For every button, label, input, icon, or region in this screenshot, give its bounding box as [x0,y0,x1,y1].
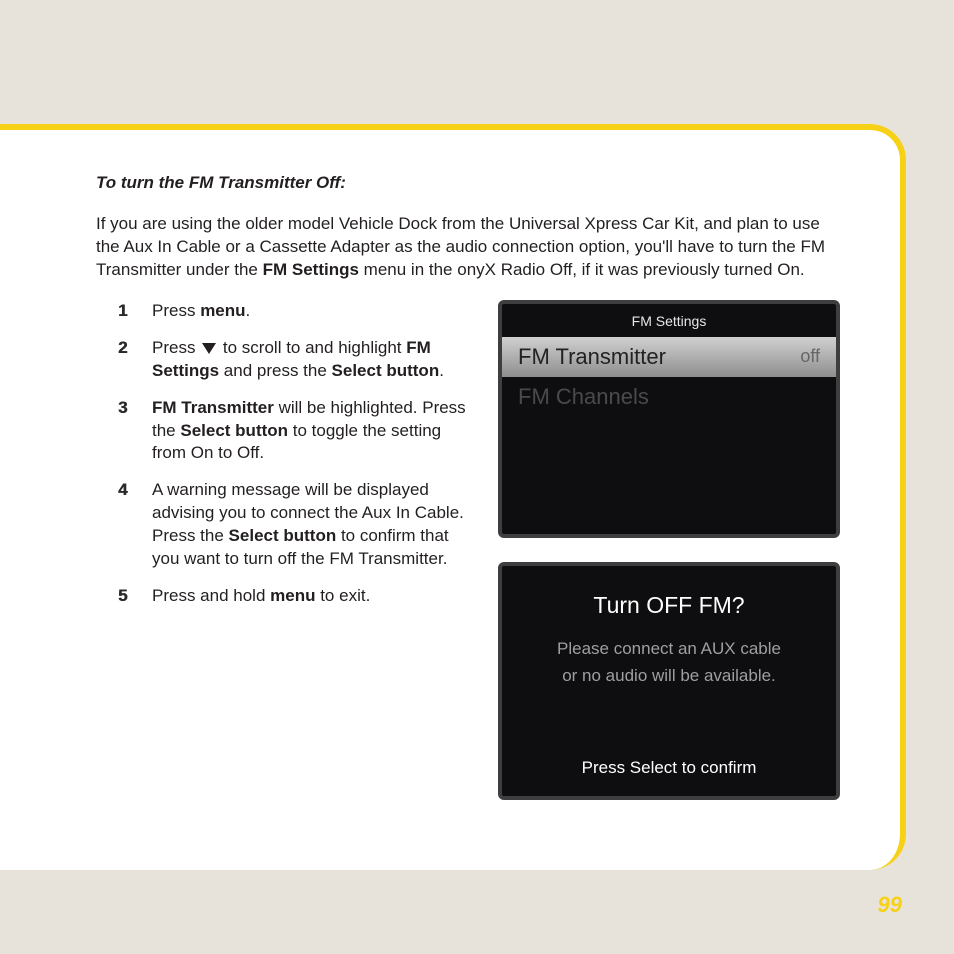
step-bold: Select button [180,421,288,440]
intro-paragraph: If you are using the older model Vehicle… [96,213,840,282]
dialog-action-hint[interactable]: Press Select to confirm [516,757,822,786]
step-number: 2 [118,337,127,360]
step-4: 4 A warning message will be displayed ad… [152,479,470,571]
menu-item-fm-transmitter[interactable]: FM Transmitter off [502,337,836,377]
menu-item-label: FM Channels [518,382,649,412]
manual-page: To turn the FM Transmitter Off: If you a… [0,0,954,954]
steps-column: 1 Press menu. 2 Press to scroll to and h… [96,300,470,622]
step-bold: Select button [332,361,440,380]
screenshots-column: FM Settings FM Transmitter off FM Channe… [498,300,840,800]
device-screen-confirm-dialog: Turn OFF FM? Please connect an AUX cable… [498,562,840,800]
step-text: Press [152,338,200,357]
section-heading: To turn the FM Transmitter Off: [96,172,840,195]
step-bold: menu [270,586,315,605]
device-screen-fm-settings: FM Settings FM Transmitter off FM Channe… [498,300,840,538]
step-text: and press the [219,361,331,380]
step-1: 1 Press menu. [152,300,470,323]
step-number: 5 [118,585,127,608]
step-text: to scroll to and highlight [218,338,406,357]
step-bold: FM Transmitter [152,398,274,417]
step-bold: Select button [229,526,337,545]
step-text: Press and hold [152,586,270,605]
menu-item-label: FM Transmitter [518,342,666,372]
dialog-msg-line: or no audio will be available. [562,666,776,685]
dialog-message: Please connect an AUX cable or no audio … [516,635,822,757]
step-number: 4 [118,479,127,502]
menu-item-value: off [800,344,820,368]
step-number: 3 [118,397,127,420]
dialog-msg-line: Please connect an AUX cable [557,639,781,658]
step-number: 1 [118,300,127,323]
page-number: 99 [878,892,902,918]
device-title: FM Settings [502,304,836,337]
step-5: 5 Press and hold menu to exit. [152,585,470,608]
intro-bold: FM Settings [263,260,359,279]
step-text: Press [152,301,200,320]
step-2: 2 Press to scroll to and highlight FM Se… [152,337,470,383]
step-text: . [439,361,444,380]
content-card: To turn the FM Transmitter Off: If you a… [0,124,906,870]
down-arrow-icon [202,343,216,354]
step-text: to exit. [315,586,370,605]
intro-text-c: menu in the onyX Radio Off, if it was pr… [359,260,805,279]
step-3: 3 FM Transmitter will be highlighted. Pr… [152,397,470,466]
step-text: . [246,301,251,320]
menu-item-fm-channels[interactable]: FM Channels [502,377,836,417]
dialog-title: Turn OFF FM? [516,590,822,621]
step-bold: menu [200,301,245,320]
